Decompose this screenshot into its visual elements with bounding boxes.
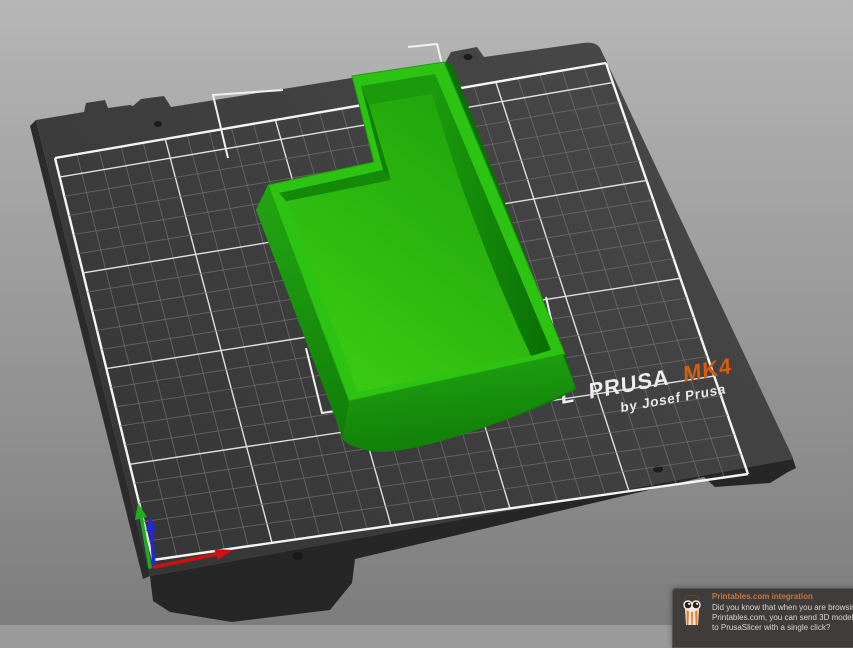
notification-line2: Printables.com, you can send 3D model fi…: [712, 613, 853, 623]
notification-text: Printables.com integration Did you know …: [712, 592, 853, 633]
3d-viewport[interactable]: L PRUSA MK4 by Josef Prusa: [0, 0, 853, 625]
notification-toast[interactable]: Printables.com integration Did you know …: [672, 588, 853, 648]
slicer-3d-viewport-screenshot: { "bed": { "logo_left": "L", "brand": "P…: [0, 0, 853, 625]
notification-line1: Did you know that when you are browsing: [712, 603, 853, 613]
printables-mascot-icon: [677, 592, 707, 626]
notification-title-link[interactable]: Printables.com integration: [712, 592, 853, 602]
